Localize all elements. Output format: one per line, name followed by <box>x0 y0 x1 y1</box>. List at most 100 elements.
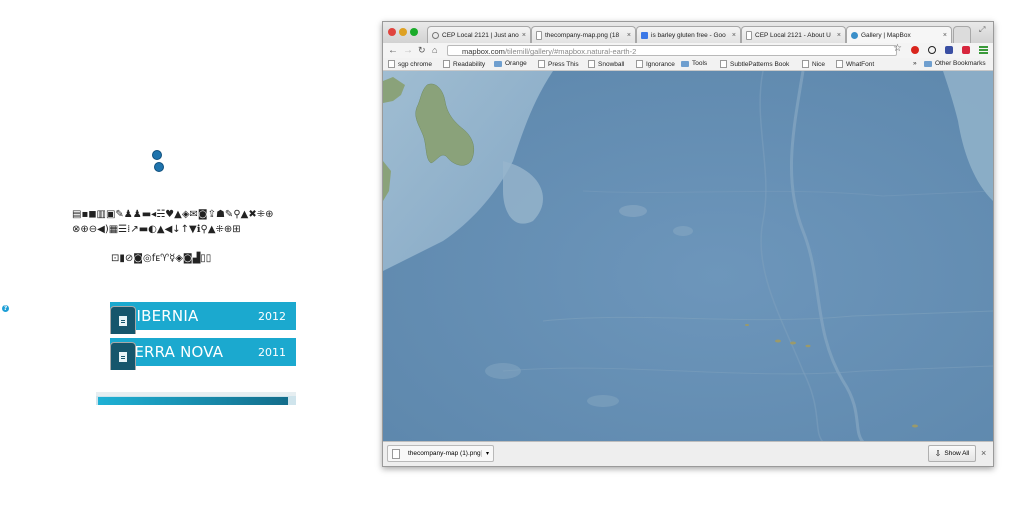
tab-gallery-mapbox[interactable]: Gallery | MapBox × <box>846 26 952 43</box>
tab-barley-gluten[interactable]: is barley gluten free - Goo × <box>636 26 741 43</box>
seamount <box>619 205 647 217</box>
close-window-button[interactable] <box>388 28 396 36</box>
file-icon <box>392 448 400 459</box>
close-icon[interactable]: × <box>732 32 736 39</box>
bookmark-orange[interactable]: Orange <box>494 60 527 67</box>
icon-font-row-1: ▤▪◼▥▣✎♟♟▬◂☵♥▲◈✉◙⇪☗✎⚲▲✖⁜⊕ <box>72 209 274 220</box>
mapbox-icon <box>851 31 858 39</box>
card-terra-nova[interactable]: TERRA NOVA 2011 <box>110 338 296 370</box>
bookmark-label: Tools <box>692 60 708 67</box>
card-name: TERRA NOVA <box>125 343 224 361</box>
azores-island <box>775 339 781 343</box>
opera-extension-icon[interactable] <box>911 46 919 54</box>
tab-label: thecompany-map.png (18 <box>545 31 620 39</box>
bookmark-snowball[interactable]: Snowball <box>588 60 624 68</box>
blue-dot-top <box>152 150 162 160</box>
tab-label: Gallery | MapBox <box>861 31 911 39</box>
star-icon[interactable]: ☆ <box>893 43 902 54</box>
browser-window: CEP Local 2121 | Just ano × thecompany-ma… <box>382 21 994 467</box>
tab-label: CEP Local 2121 | Just ano <box>442 31 519 39</box>
card-tab <box>110 342 136 370</box>
page-icon <box>536 30 542 40</box>
page-icon <box>802 60 809 68</box>
dropdown-arrow-icon[interactable]: ▾ <box>480 450 493 457</box>
document-icon <box>119 315 127 326</box>
back-arrow-icon[interactable]: ← <box>388 45 398 56</box>
bookmark-press-this[interactable]: Press This <box>538 60 579 68</box>
url-host: mapbox.com <box>462 47 505 56</box>
seamount <box>485 363 521 379</box>
download-item[interactable]: thecompany-map (1).png ▾ <box>387 445 494 462</box>
bookmark-other-bookmarks[interactable]: Other Bookmarks <box>924 60 986 67</box>
zoom-window-button[interactable] <box>410 28 418 36</box>
seamount <box>673 226 693 236</box>
card-tab <box>110 306 136 334</box>
menu-icon[interactable] <box>979 46 988 54</box>
bookmark-tools[interactable]: Tools <box>681 60 707 67</box>
download-filename: thecompany-map (1).png <box>408 450 481 457</box>
forward-arrow-icon[interactable]: → <box>403 45 413 56</box>
home-icon[interactable]: ⌂ <box>432 45 437 55</box>
page-icon <box>443 60 450 68</box>
new-tab-button[interactable] <box>953 26 971 43</box>
gradient-bar <box>98 397 288 405</box>
bookmark-readability[interactable]: Readability <box>443 60 485 68</box>
blue-dot-bottom <box>154 162 164 172</box>
block-extension-icon[interactable] <box>928 46 936 54</box>
bookmark-label: Snowball <box>598 60 625 68</box>
close-icon[interactable]: × <box>837 32 841 39</box>
fullscreen-icon[interactable]: ⤢ <box>979 25 985 35</box>
bookmark-label: Orange <box>505 60 527 67</box>
card-year: 2011 <box>258 345 286 359</box>
bookmark-label: Other Bookmarks <box>935 60 986 67</box>
page-icon <box>836 60 843 68</box>
bookmark-subtlepatterns[interactable]: SubtlePatterns Book <box>720 60 789 68</box>
tab-cep-about[interactable]: CEP Local 2121 - About U × <box>741 26 846 43</box>
page-icon <box>720 60 727 68</box>
close-icon[interactable]: × <box>627 32 631 39</box>
bookmark-label: Ignorance <box>646 60 675 68</box>
tab-cep-local[interactable]: CEP Local 2121 | Just ano × <box>427 26 531 43</box>
seamount <box>587 395 619 407</box>
bookmark-label: SubtlePatterns Book <box>730 60 790 68</box>
show-all-button[interactable]: ⇩ Show All <box>928 445 976 462</box>
close-icon[interactable]: × <box>522 32 526 39</box>
bookmark-whatfont[interactable]: WhatFont <box>836 60 874 68</box>
bookmark-ignorance[interactable]: Ignorance <box>636 60 675 68</box>
card-hibernia[interactable]: HIBERNIA 2012 <box>110 302 296 334</box>
bookmark-label: Readability <box>453 60 486 68</box>
page-icon <box>388 60 395 68</box>
bookmark-label: Press This <box>548 60 579 68</box>
close-icon[interactable]: × <box>943 32 947 39</box>
help-icon[interactable]: ? <box>2 305 9 312</box>
minimize-window-button[interactable] <box>399 28 407 36</box>
azores-island <box>745 324 749 326</box>
icon-font-row-2: ⊗⊕⊖◀)▦☰⁞↗▬◐▲◀↓↑▼ℹ⚲▲⁜⊕⊞ <box>72 224 241 235</box>
spinner-icon <box>432 31 439 39</box>
red-extension-icon[interactable] <box>962 46 970 54</box>
tab-thecompany-map[interactable]: thecompany-map.png (18 × <box>531 26 636 43</box>
download-shelf: thecompany-map (1).png ▾ ⇩ Show All × <box>383 441 993 466</box>
bookmark-nice[interactable]: Nice <box>802 60 825 68</box>
card-name: HIBERNIA <box>125 307 199 325</box>
card-body: TERRA NOVA 2011 <box>110 338 296 366</box>
card-body: HIBERNIA 2012 <box>110 302 296 330</box>
azores-island <box>790 341 796 345</box>
close-shelf-icon[interactable]: × <box>981 448 986 458</box>
reload-icon[interactable]: ↻ <box>418 45 426 56</box>
gradient-strip <box>96 392 296 405</box>
address-bar[interactable]: mapbox.com/tilemill/gallery/#mapbox.natu… <box>447 45 897 56</box>
map-viewport[interactable] <box>383 71 993 442</box>
page-icon <box>636 60 643 68</box>
bookmark-label: sgp chrome <box>398 60 432 68</box>
page-icon <box>746 30 752 40</box>
show-all-label: Show All <box>944 450 970 457</box>
madeira-island <box>912 424 918 428</box>
extension-icon[interactable] <box>945 46 953 54</box>
browser-toolbar: ← → ↻ ⌂ mapbox.com/tilemill/gallery/#map… <box>383 43 993 58</box>
bookmark-sgp-chrome[interactable]: sgp chrome <box>388 60 432 68</box>
folder-icon <box>924 60 932 67</box>
bookmark-overflow-chevron[interactable]: » <box>913 60 917 67</box>
icon-font-row-3: ⊡▮⊘◙◎fᴇ♈☿◈◙▟▯▯ <box>111 253 212 264</box>
url-path: /tilemill/gallery/#mapbox.natural-earth-… <box>504 47 637 56</box>
